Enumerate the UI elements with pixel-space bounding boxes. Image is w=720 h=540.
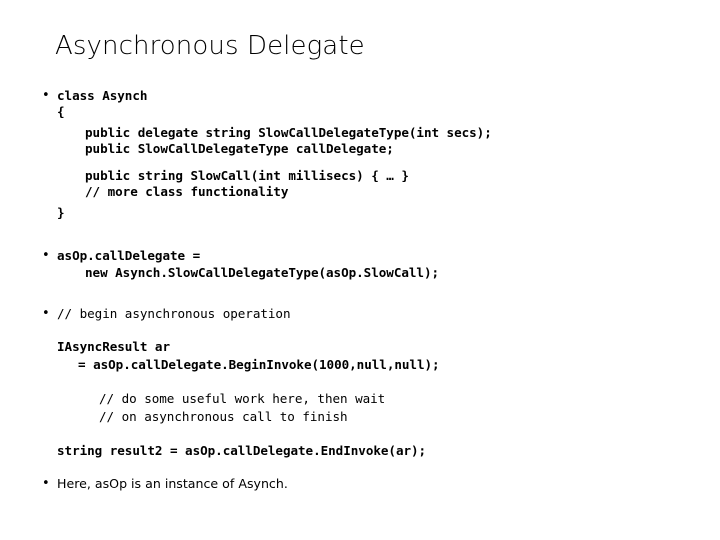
code-line: // more class functionality [85, 184, 289, 199]
code-line: new Asynch.SlowCallDelegateType(asOp.Slo… [85, 265, 440, 280]
page-title: Asynchronous Delegate [55, 31, 365, 61]
code-comment-line: // on asynchronous call to finish [99, 409, 348, 424]
code-line: public SlowCallDelegateType callDelegate… [85, 141, 394, 156]
code-line: public string SlowCall(int millisecs) { … [85, 168, 409, 183]
bullet-marker: • [42, 248, 50, 263]
bullet-marker: • [42, 306, 50, 321]
slide-canvas: Asynchronous Delegate • class Asynch{ publ… [0, 0, 720, 540]
code-line: class Asynch [57, 88, 148, 103]
code-comment-line: // do some useful work here, then wait [99, 391, 386, 406]
code-line: string result2 = asOp.callDelegate.EndIn… [57, 443, 427, 458]
bullet-marker: • [42, 88, 50, 103]
code-line: IAsyncResult ar [57, 339, 170, 354]
code-line: } [57, 205, 65, 220]
code-line: = asOp.callDelegate.BeginInvoke(1000,nul… [78, 357, 440, 372]
code-comment-line: // begin asynchronous operation [57, 306, 291, 321]
code-line: public delegate string SlowCallDelegateT… [85, 125, 492, 140]
code-line: { [57, 104, 65, 119]
body-text-line: Here, asOp is an instance of Asynch. [57, 476, 288, 491]
code-line: asOp.callDelegate = [57, 248, 201, 263]
bullet-marker: • [42, 476, 50, 491]
